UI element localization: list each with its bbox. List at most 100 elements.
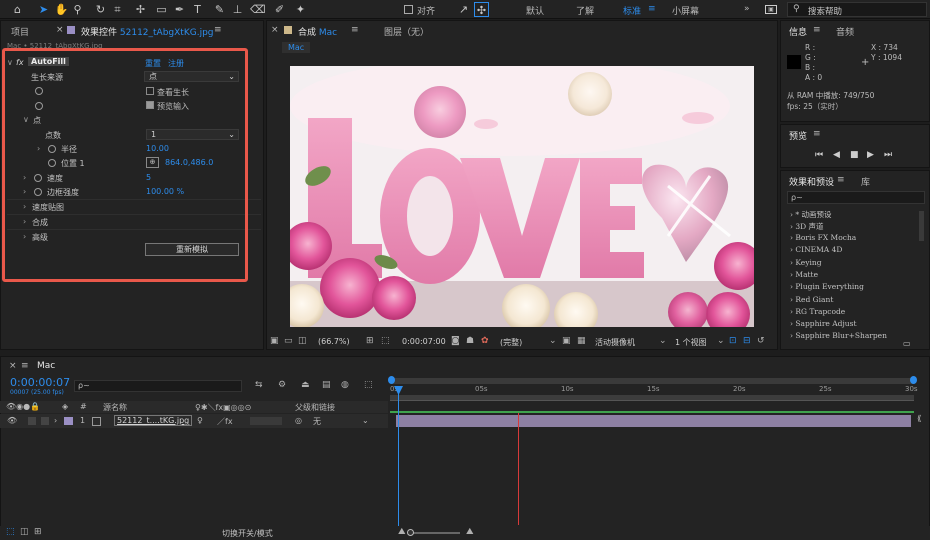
effect-category-item[interactable]: › Sapphire Blur+Sharpen xyxy=(790,331,887,340)
quality-switch-icon[interactable]: ／fx xyxy=(217,416,233,427)
frame-blending-icon[interactable]: ▤ xyxy=(322,380,331,390)
hand-tool-icon[interactable]: ✋ xyxy=(54,2,69,17)
grid-snap-icon[interactable]: ✣ xyxy=(474,2,489,17)
timeline-search-input[interactable]: ρ~ xyxy=(74,380,242,392)
timeline-timecode[interactable]: 0:00:00:07 xyxy=(10,376,70,389)
region-of-interest-icon[interactable]: ⬚ xyxy=(381,336,390,346)
tab-library[interactable]: 库 xyxy=(861,175,870,188)
source-name-header[interactable]: 源名称 xyxy=(103,402,127,413)
comp-timecode[interactable]: 0:00:07:00 xyxy=(402,337,446,346)
composition-viewer[interactable] xyxy=(290,66,754,327)
chevron-right-icon[interactable]: › xyxy=(54,416,57,425)
layer-label-color[interactable] xyxy=(64,417,73,425)
tab-composition[interactable]: 合成 Mac xyxy=(298,25,337,38)
always-preview-icon[interactable]: ▣ xyxy=(270,336,279,346)
snap-icon[interactable]: ↗ xyxy=(456,2,471,17)
layer-switches-toggle-icon[interactable]: ⬚ xyxy=(6,527,15,537)
chevron-down-icon[interactable]: ⌄ xyxy=(549,336,557,346)
parent-dropdown[interactable]: 无 xyxy=(313,416,321,427)
pan-behind-tool-icon[interactable]: ✢ xyxy=(133,2,148,17)
tab-layer[interactable]: 图层（无） xyxy=(384,25,429,38)
brush-tool-icon[interactable]: ✎ xyxy=(212,2,227,17)
zoom-slider-thumb[interactable] xyxy=(407,529,414,536)
workspace-learn[interactable]: 了解 xyxy=(576,4,594,17)
shy-switch-icon[interactable]: ♀ xyxy=(197,416,203,425)
panel-menu-icon[interactable]: ≡ xyxy=(21,361,29,371)
effect-category-item[interactable]: › Boris FX Mocha xyxy=(790,233,856,242)
effect-category-item[interactable]: › RG Trapcode xyxy=(790,307,845,316)
parent-header[interactable]: 父级和链接 xyxy=(295,402,335,413)
views-dropdown[interactable]: 1 个视图 xyxy=(675,337,707,348)
effects-search-input[interactable]: ρ~ xyxy=(787,191,925,204)
work-area-start-handle[interactable] xyxy=(388,376,395,384)
zoom-slider[interactable] xyxy=(410,532,460,534)
next-frame-icon[interactable]: ▶︎ xyxy=(867,150,874,160)
table-row[interactable]: 👁 › 1 52112_t....tKG.jpg ♀ ／fx ◎ 无 ⌄ xyxy=(0,414,388,428)
sync-settings-icon[interactable]: ▣ xyxy=(765,5,777,14)
zoom-tool-icon[interactable]: ⚲ xyxy=(70,2,85,17)
puppet-tool-icon[interactable]: ✦ xyxy=(293,2,308,17)
eraser-tool-icon[interactable]: ⌫ xyxy=(250,2,266,17)
effect-category-item[interactable]: › Matte xyxy=(790,270,818,279)
tab-info[interactable]: 信息 xyxy=(789,25,807,38)
work-area-bar[interactable] xyxy=(390,378,916,384)
workspace-standard[interactable]: 标准 xyxy=(623,4,641,17)
mask-visibility-icon[interactable]: ◫ xyxy=(298,336,307,346)
workspace-small-screen[interactable]: 小屏幕 xyxy=(672,4,699,17)
snapshot-icon[interactable]: ◙ xyxy=(451,336,460,346)
tab-timeline-mac[interactable]: Mac xyxy=(37,361,55,371)
resolution-dropdown[interactable]: (完整) xyxy=(500,337,522,348)
close-tab-icon[interactable]: × xyxy=(56,25,64,35)
playhead-line[interactable] xyxy=(398,386,399,526)
draft-3d-icon[interactable]: ⚙ xyxy=(278,380,286,390)
layer-name[interactable]: 52112_t....tKG.jpg xyxy=(114,415,193,426)
rotate-tool-icon[interactable]: ↻ xyxy=(93,2,108,17)
transparency-grid-icon[interactable]: ▦ xyxy=(577,336,586,346)
pick-whip-icon[interactable]: ◎ xyxy=(295,416,302,425)
chevron-down-icon[interactable]: ⌄ xyxy=(717,336,725,346)
zoom-out-icon[interactable]: ⛰ xyxy=(398,527,406,537)
workspace-default[interactable]: 默认 xyxy=(526,4,544,17)
toggle-switches-modes-button[interactable]: 切换开关/模式 xyxy=(222,528,273,539)
panel-menu-icon[interactable]: ≡ xyxy=(813,25,821,35)
fast-draft-icon[interactable]: ⊟ xyxy=(743,336,751,346)
time-ruler[interactable] xyxy=(390,395,914,401)
home-icon[interactable]: ⌂ xyxy=(10,2,25,17)
show-snapshot-icon[interactable]: ☗ xyxy=(466,336,474,346)
zoom-level[interactable]: (66.7%) xyxy=(318,337,350,346)
work-area-end-handle[interactable] xyxy=(910,376,917,384)
tab-effect-controls[interactable]: 效果控件 52112_tAbgXtKG.jpg xyxy=(81,25,214,38)
chevron-down-icon[interactable]: ⌄ xyxy=(362,416,369,425)
last-frame-icon[interactable]: ⏭ xyxy=(884,150,892,160)
effect-category-item[interactable]: › Red Giant xyxy=(790,295,833,304)
camera-tool-icon[interactable]: ⌗ xyxy=(110,2,125,17)
grid-icon[interactable]: ⊞ xyxy=(366,336,374,346)
effect-category-item[interactable]: › Keying xyxy=(790,258,822,267)
tab-project[interactable]: 项目 xyxy=(11,25,29,38)
layer-duration-bar[interactable] xyxy=(396,415,911,427)
rectangle-tool-icon[interactable]: ▭ xyxy=(154,2,169,17)
effect-category-item[interactable]: › Plugin Everything xyxy=(790,282,864,291)
selection-tool-icon[interactable]: ➤ xyxy=(36,2,51,17)
clone-stamp-tool-icon[interactable]: ⊥ xyxy=(230,2,245,17)
panel-menu-icon[interactable]: ≡ xyxy=(351,25,359,35)
lock-toggle[interactable] xyxy=(41,417,49,425)
solo-toggle[interactable] xyxy=(28,417,36,425)
reset-exposure-icon[interactable]: ↺ xyxy=(757,336,765,346)
fast-previews-icon[interactable]: ▣ xyxy=(562,336,571,346)
comp-flowchart-icon[interactable]: ⇆ xyxy=(255,380,263,390)
color-channel-icon[interactable]: ✿ xyxy=(481,336,489,346)
panel-menu-icon[interactable]: ≡ xyxy=(214,25,222,35)
timing-pane-icon[interactable]: ⊞ xyxy=(34,527,42,537)
close-tab-icon[interactable]: × xyxy=(9,361,17,371)
panel-menu-icon[interactable]: ≡ xyxy=(837,175,845,185)
scrollbar[interactable] xyxy=(919,211,924,241)
effect-category-item[interactable]: › Sapphire Adjust xyxy=(790,319,856,328)
first-frame-icon[interactable]: ⏮ xyxy=(815,150,823,160)
type-tool-icon[interactable]: T xyxy=(190,2,205,17)
more-workspaces[interactable]: » xyxy=(744,4,750,14)
shy-layers-icon[interactable]: ⏏ xyxy=(301,380,310,390)
effect-category-item[interactable]: › * 动画预设 xyxy=(790,209,832,220)
chevron-down-icon[interactable]: ⌄ xyxy=(659,336,667,346)
motion-blur-icon[interactable]: ◍ xyxy=(341,380,349,390)
